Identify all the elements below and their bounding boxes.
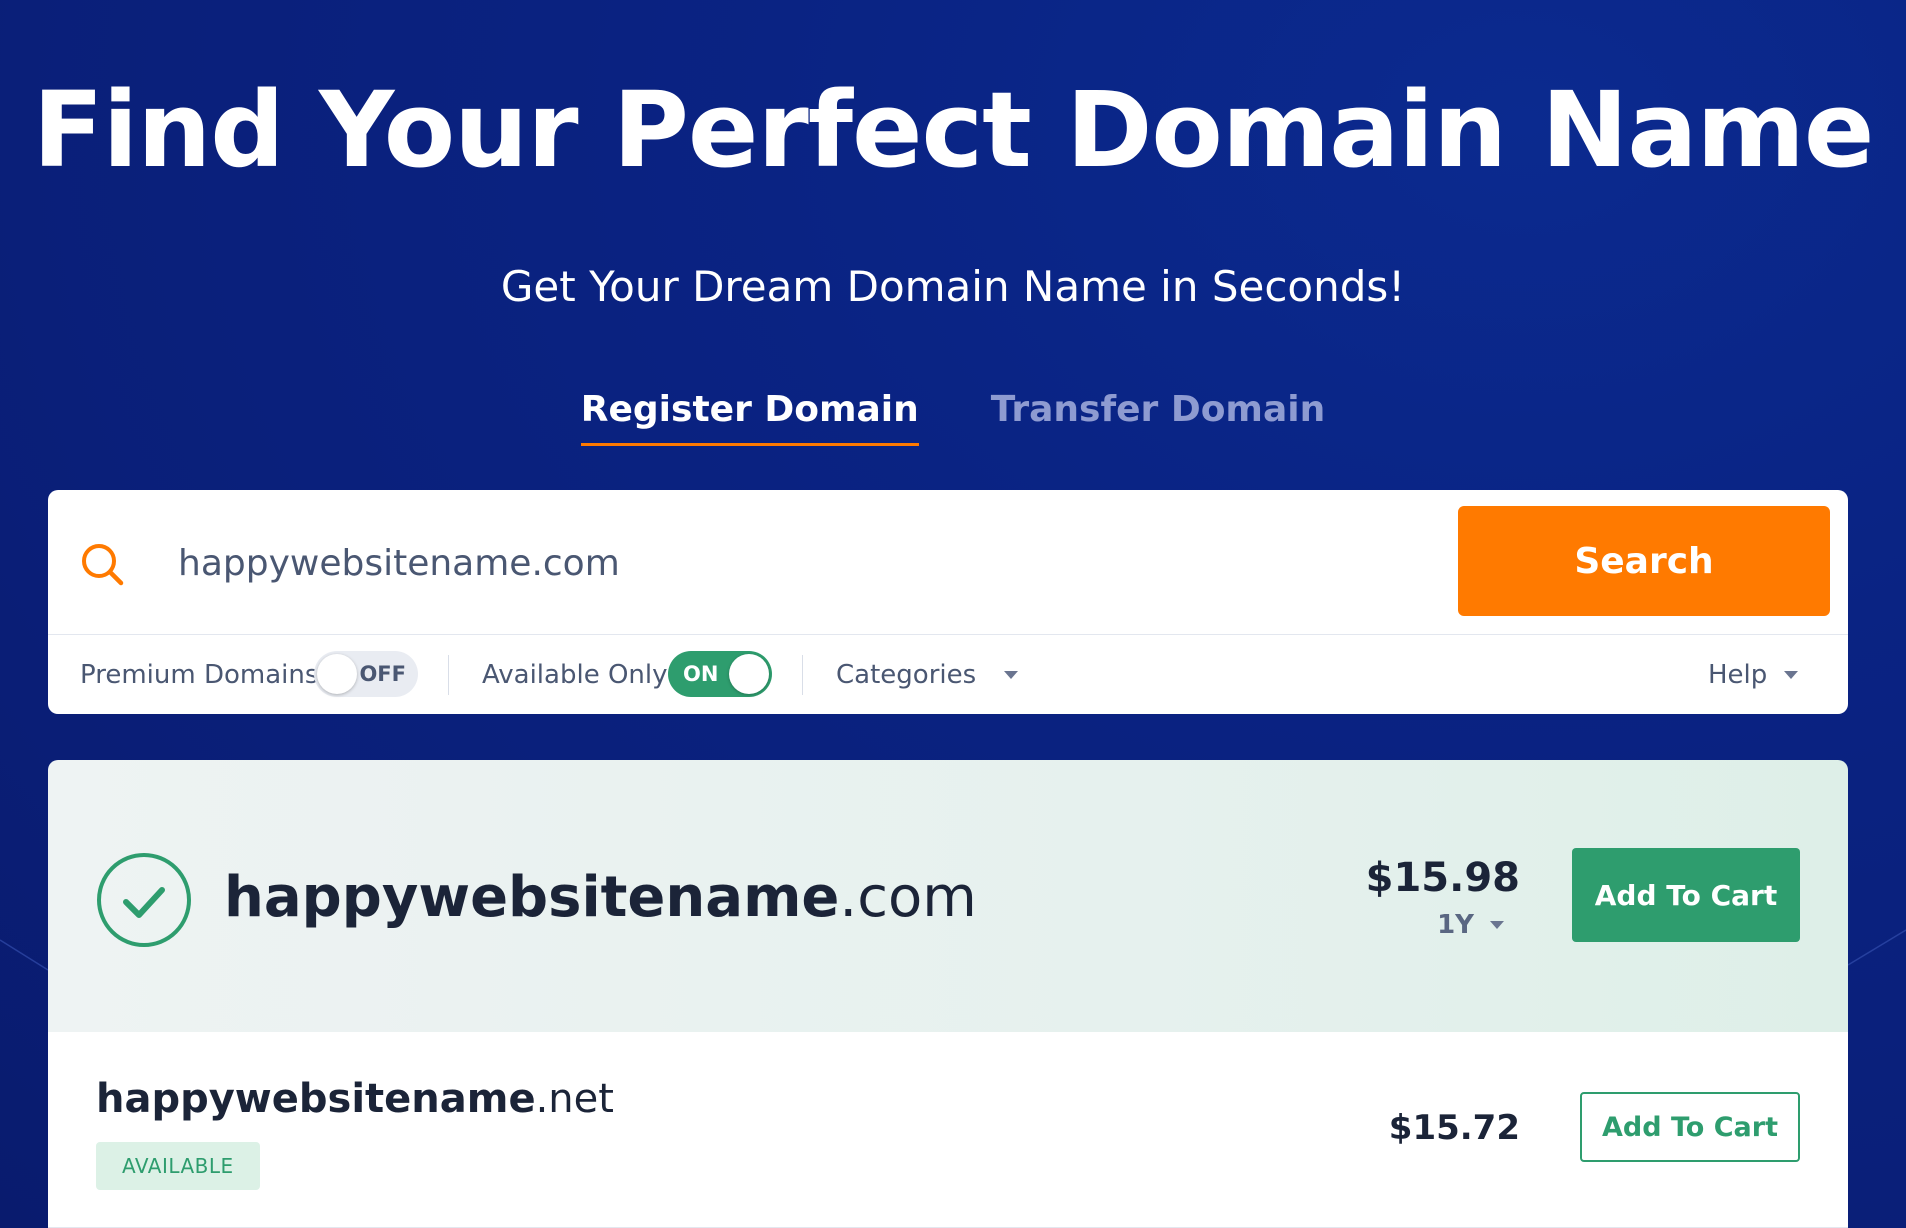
categories-dropdown[interactable]: Categories	[836, 635, 1036, 715]
search-card: Search Premium Domains OFF Available Onl…	[48, 490, 1848, 714]
toggle-knob	[317, 654, 357, 694]
toggle-knob	[729, 654, 769, 694]
chevron-down-icon	[1004, 671, 1018, 679]
toggle-state-label: ON	[683, 662, 719, 686]
term-value: 1Y	[1437, 910, 1474, 940]
tab-register-domain[interactable]: Register Domain	[580, 387, 919, 446]
tab-transfer-domain[interactable]: Transfer Domain	[991, 387, 1325, 446]
term-select[interactable]: 1Y	[1437, 908, 1510, 942]
available-only-toggle[interactable]: ON	[668, 651, 772, 697]
domain-name[interactable]: happywebsitename.net	[96, 1072, 614, 1126]
domain-tld: .net	[535, 1076, 614, 1122]
search-row: Search	[48, 490, 1848, 634]
add-to-cart-button[interactable]: Add To Cart	[1580, 1092, 1800, 1162]
search-input[interactable]	[176, 530, 1380, 596]
page-subtitle: Get Your Dream Domain Name in Seconds!	[500, 262, 1406, 311]
available-only-label: Available Only	[482, 660, 668, 690]
filters-bar: Premium Domains OFF Available Only ON Ca…	[48, 634, 1848, 714]
categories-label: Categories	[836, 660, 977, 690]
domain-tabs: Register Domain Transfer Domain	[0, 387, 1906, 446]
premium-domains-label: Premium Domains	[80, 660, 319, 690]
domain-tld: .com	[839, 865, 977, 930]
featured-domain-name: happywebsitename.com	[224, 862, 977, 934]
filter-divider	[802, 655, 803, 695]
filter-divider	[448, 655, 449, 695]
toggle-state-label: OFF	[359, 662, 406, 686]
chevron-down-icon	[1490, 921, 1504, 929]
help-label: Help	[1708, 660, 1768, 690]
featured-price: $15.98	[1365, 855, 1520, 901]
premium-domains-toggle[interactable]: OFF	[314, 651, 418, 697]
domain-price: $15.72	[1388, 1108, 1520, 1148]
status-badge: AVAILABLE	[96, 1142, 260, 1190]
search-icon	[82, 544, 124, 586]
help-dropdown[interactable]: Help	[1708, 635, 1818, 715]
add-to-cart-button[interactable]: Add To Cart	[1572, 848, 1800, 942]
domain-sld: happywebsitename	[96, 1076, 536, 1122]
list-item: happywebsitename.net AVAILABLE $15.72 Ad…	[48, 1032, 1848, 1228]
check-circle-icon	[97, 853, 191, 947]
page-title: Find Your Perfect Domain Name	[32, 69, 1875, 191]
domain-sld: happywebsitename	[224, 865, 840, 930]
search-button[interactable]: Search	[1458, 506, 1830, 616]
chevron-down-icon	[1784, 671, 1798, 679]
featured-result: happywebsitename.com $15.98 1Y Add To Ca…	[48, 760, 1848, 1032]
